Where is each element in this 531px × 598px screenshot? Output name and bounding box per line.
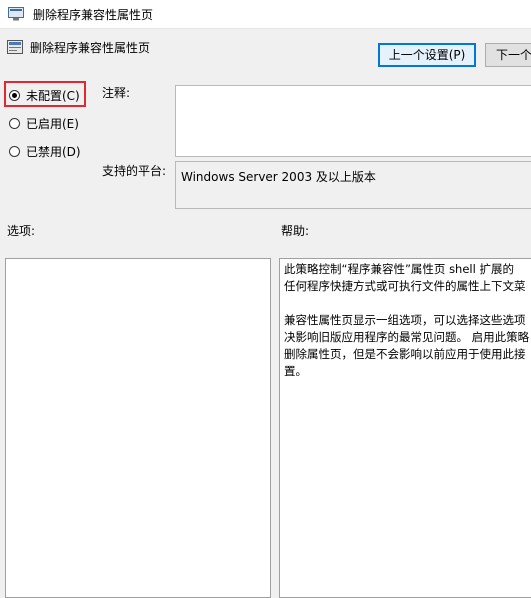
help-label: 帮助:	[281, 224, 310, 238]
comment-label: 注释:	[102, 86, 131, 100]
window-title: 删除程序兼容性属性页	[33, 8, 154, 22]
next-setting-button[interactable]: 下一个	[485, 43, 531, 67]
help-line: 任何程序快捷方式或可执行文件的属性上下文菜	[284, 279, 526, 293]
platform-value: Windows Server 2003 及以上版本	[181, 170, 376, 184]
page-title: 删除程序兼容性属性页	[30, 41, 151, 55]
comment-textarea[interactable]	[175, 85, 531, 157]
help-paragraph: 兼容性属性页显示一组选项，可以选择这些选项 决影响旧版应用程序的最常见问题。 启…	[284, 312, 531, 380]
options-label: 选项:	[7, 224, 36, 238]
help-line: 此策略控制“程序兼容性”属性页 shell 扩展的	[284, 262, 514, 276]
options-panel	[5, 258, 271, 598]
help-line: 删除属性页，但是不会影响以前应用于使用此接	[284, 347, 526, 361]
radio-button[interactable]	[9, 117, 20, 129]
help-panel: 此策略控制“程序兼容性”属性页 shell 扩展的 任何程序快捷方式或可执行文件…	[279, 258, 531, 598]
platform-field: Windows Server 2003 及以上版本	[175, 161, 531, 209]
help-line: 兼容性属性页显示一组选项，可以选择这些选项	[284, 313, 526, 327]
policy-icon	[7, 40, 23, 54]
radio-button[interactable]	[9, 145, 20, 157]
radio-enabled[interactable]: 已启用(E)	[9, 114, 79, 132]
title-bar: 删除程序兼容性属性页	[0, 0, 531, 29]
radio-label: 已启用(E)	[26, 116, 79, 131]
radio-label: 未配置(C)	[26, 88, 80, 103]
previous-setting-button[interactable]: 上一个设置(P)	[378, 43, 476, 67]
radio-disabled[interactable]: 已禁用(D)	[9, 142, 81, 160]
help-line: 置。	[284, 364, 307, 378]
radio-button[interactable]	[9, 89, 20, 101]
radio-label: 已禁用(D)	[26, 144, 81, 159]
help-paragraph: 此策略控制“程序兼容性”属性页 shell 扩展的 任何程序快捷方式或可执行文件…	[284, 261, 531, 295]
help-line: 决影响旧版应用程序的最常见问题。 启用此策略	[284, 330, 530, 344]
policy-icon	[8, 7, 24, 21]
radio-not-configured[interactable]: 未配置(C)	[9, 86, 80, 104]
platform-label: 支持的平台:	[102, 164, 167, 178]
